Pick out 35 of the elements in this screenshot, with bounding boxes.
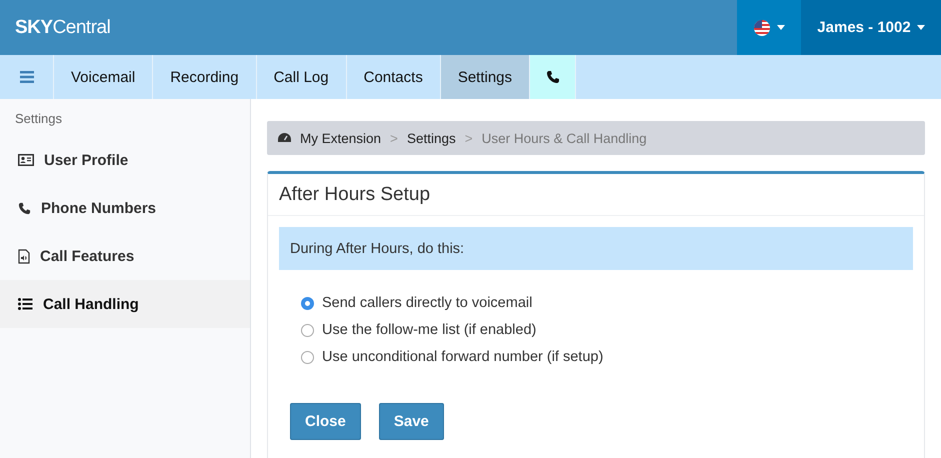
sidebar-item[interactable]: Call Features [0, 232, 250, 280]
flag-icon [753, 18, 771, 36]
phone-tab[interactable] [530, 55, 576, 99]
caret-icon [777, 25, 785, 30]
info-notice: During After Hours, do this: [279, 227, 913, 270]
breadcrumb-separator: > [464, 130, 473, 146]
breadcrumb-separator: > [390, 130, 398, 146]
action-button[interactable]: Close [290, 403, 361, 440]
sidebar-item[interactable]: Call Handling [0, 280, 250, 328]
panel-title: After Hours Setup [268, 174, 924, 216]
radio-option[interactable]: Send callers directly to voicemail [301, 293, 891, 313]
language-menu[interactable] [737, 0, 801, 55]
user-menu[interactable]: James - 1002 [801, 0, 941, 55]
id-card-icon [18, 154, 34, 166]
dashboard-icon [278, 132, 291, 144]
radio-button[interactable] [301, 296, 314, 310]
audio-file-icon [18, 248, 30, 264]
breadcrumb-current: User Hours & Call Handling [482, 130, 647, 146]
nav-tab[interactable]: Settings [440, 55, 530, 99]
radio-option[interactable]: Use unconditional forward number (if setup) [301, 347, 891, 367]
breadcrumb-link[interactable]: Settings [406, 130, 456, 146]
phone-icon [18, 202, 31, 214]
list-icon [18, 298, 33, 310]
logo: SKYCentral [14, 16, 110, 38]
phone-icon [546, 70, 560, 84]
breadcrumb-link[interactable]: My Extension [300, 130, 382, 146]
menu-icon [20, 71, 34, 83]
sidebar-item[interactable]: User Profile [0, 136, 250, 184]
radio-option[interactable]: Use the follow-me list (if enabled) [301, 320, 891, 340]
caret-icon [916, 25, 925, 30]
sidebar-heading: Settings [14, 110, 63, 128]
sidebar-item[interactable]: Phone Numbers [0, 184, 250, 232]
action-button[interactable]: Save [378, 403, 444, 440]
radio-button[interactable] [301, 350, 314, 364]
radio-button[interactable] [301, 324, 314, 336]
